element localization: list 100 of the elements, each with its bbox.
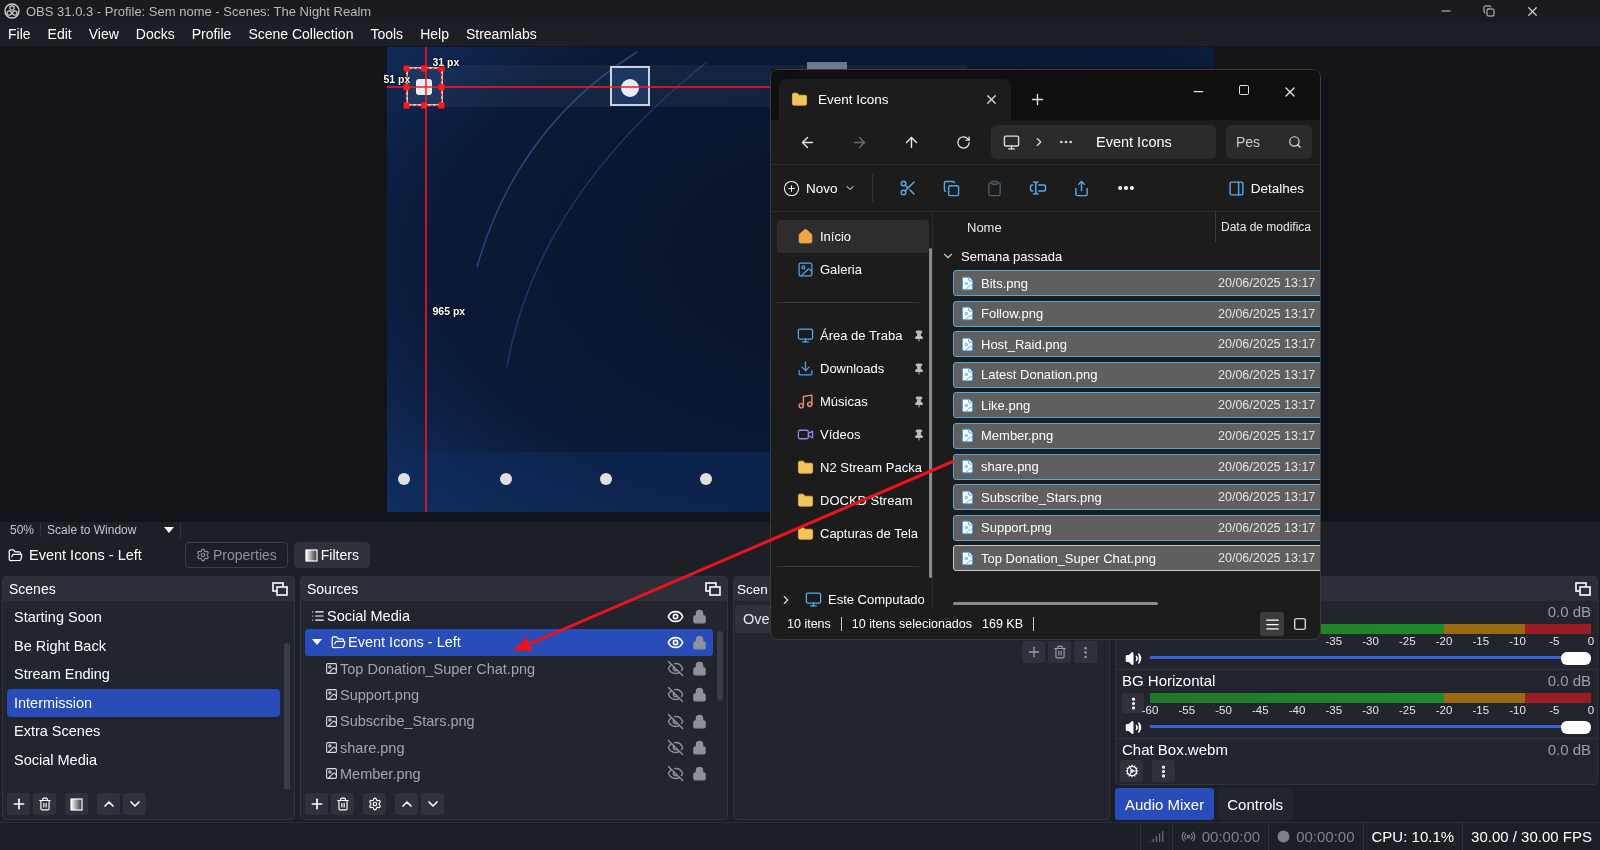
nav-item[interactable]: Downloads bbox=[777, 352, 929, 385]
caret-icon[interactable] bbox=[164, 527, 175, 533]
menu-item[interactable]: File bbox=[8, 26, 31, 42]
dock-tab[interactable]: Audio Mixer bbox=[1115, 788, 1215, 820]
lock-icon[interactable] bbox=[692, 687, 707, 703]
copy-icon[interactable] bbox=[942, 179, 960, 197]
eye-off-icon[interactable] bbox=[667, 660, 684, 678]
source-item[interactable]: Event Icons - Left bbox=[305, 629, 713, 656]
scene-item[interactable]: Intermission bbox=[7, 688, 280, 717]
volume-reading: 0.0 dB bbox=[1547, 671, 1591, 689]
music-icon bbox=[797, 393, 814, 410]
paste-icon[interactable] bbox=[985, 179, 1003, 197]
menu-item[interactable]: Edit bbox=[47, 26, 72, 42]
file-row[interactable]: Host_Raid.png 20/06/2025 13:17 bbox=[953, 331, 1320, 358]
eye-off-icon[interactable] bbox=[667, 712, 684, 730]
lock-icon[interactable] bbox=[692, 766, 707, 782]
nav-item[interactable]: Área de Traba bbox=[777, 319, 929, 352]
details-button[interactable]: Detalhes bbox=[1223, 175, 1308, 201]
column-header[interactable]: Nome bbox=[951, 212, 1215, 242]
menu-item[interactable]: Scene Collection bbox=[248, 26, 354, 42]
transition-dropdown[interactable]: Ove bbox=[735, 605, 770, 633]
restore-button[interactable] bbox=[1483, 5, 1495, 17]
speaker-icon[interactable] bbox=[1124, 649, 1142, 667]
file-row[interactable]: Follow.png 20/06/2025 13:17 bbox=[953, 300, 1320, 327]
file-row[interactable]: share.png 20/06/2025 13:17 bbox=[953, 453, 1320, 480]
scene-item[interactable]: Social Media bbox=[7, 745, 280, 774]
square-icon[interactable] bbox=[1293, 617, 1307, 631]
menu-item[interactable]: Streamlabs bbox=[465, 26, 537, 42]
file-date: 20/06/2025 13:17 bbox=[1217, 306, 1317, 321]
scrollbar[interactable] bbox=[928, 248, 932, 578]
scrollbar[interactable] bbox=[953, 602, 1158, 605]
scene-item[interactable]: Extra Scenes bbox=[7, 717, 280, 746]
cut-icon[interactable] bbox=[898, 179, 917, 197]
filter-icon[interactable] bbox=[304, 548, 318, 562]
file-row[interactable]: Member.png 20/06/2025 13:17 bbox=[953, 422, 1320, 449]
nav-item[interactable]: Galeria bbox=[777, 253, 929, 286]
file-row[interactable]: Latest Donation.png 20/06/2025 13:17 bbox=[953, 361, 1320, 388]
dock-tab[interactable]: Controls bbox=[1217, 788, 1294, 820]
scale-dropdown[interactable]: Scale to Window bbox=[41, 522, 182, 538]
address-bar[interactable]: Event Icons bbox=[991, 125, 1216, 159]
explorer-tab[interactable]: Event Icons bbox=[779, 79, 1011, 120]
search-icon[interactable] bbox=[1288, 135, 1302, 149]
column-header[interactable]: Data de modifica bbox=[1215, 212, 1320, 242]
nav-item[interactable]: Músicas bbox=[777, 385, 929, 418]
eye-off-icon[interactable] bbox=[667, 686, 684, 704]
eye-off-icon[interactable] bbox=[667, 765, 684, 783]
scrollbar[interactable] bbox=[284, 643, 290, 789]
nav-item[interactable]: Início bbox=[777, 220, 929, 253]
monitor-icon[interactable] bbox=[1003, 133, 1020, 151]
nav-item[interactable]: N2 Stream Packa bbox=[777, 451, 929, 484]
menu-item[interactable]: Profile bbox=[191, 26, 232, 42]
search-field[interactable]: Pes bbox=[1226, 125, 1312, 159]
menu-item[interactable]: Tools bbox=[370, 26, 404, 42]
refresh-button[interactable] bbox=[955, 134, 971, 150]
source-name: Subscribe_Stars.png bbox=[340, 713, 476, 730]
menu-item[interactable]: Help bbox=[420, 26, 449, 42]
file-row[interactable]: Bits.png 20/06/2025 13:17 bbox=[953, 270, 1320, 296]
menu-item[interactable]: View bbox=[88, 26, 119, 42]
nav-item[interactable]: Vídeos bbox=[777, 418, 929, 451]
eye-off-icon[interactable] bbox=[667, 739, 684, 757]
source-item[interactable]: Subscribe_Stars.png bbox=[305, 708, 713, 735]
file-row[interactable]: Top Donation_Super Chat.png 20/06/2025 13:17 bbox=[953, 545, 1320, 572]
scene-item[interactable]: Stream Ending bbox=[7, 660, 280, 689]
speaker-icon[interactable] bbox=[1124, 718, 1142, 736]
file-row[interactable]: Support.png 20/06/2025 13:17 bbox=[953, 514, 1320, 541]
source-item[interactable]: Member.png bbox=[305, 760, 713, 787]
plus-circle-icon[interactable] bbox=[783, 179, 800, 197]
source-item[interactable]: Top Donation_Super Chat.png bbox=[305, 655, 713, 682]
image-file-icon bbox=[960, 397, 975, 413]
float-icon[interactable] bbox=[705, 582, 721, 596]
new-button[interactable]: Novo bbox=[779, 175, 860, 201]
menu-item[interactable]: Docks bbox=[135, 26, 175, 42]
file-row[interactable]: Like.png 20/06/2025 13:17 bbox=[953, 392, 1320, 419]
volume-reading: 0.0 dB bbox=[1547, 740, 1591, 758]
filters-button[interactable]: Filters bbox=[293, 542, 370, 568]
lock-icon[interactable] bbox=[692, 740, 707, 756]
source-item[interactable]: Social Media bbox=[305, 603, 713, 630]
scale-label: -45 bbox=[1251, 704, 1269, 716]
new-tab-button[interactable] bbox=[1029, 91, 1046, 108]
panel-icon[interactable] bbox=[1227, 179, 1245, 197]
filters-button[interactable] bbox=[65, 793, 88, 815]
nav-item[interactable]: Capturas de Tela bbox=[777, 517, 929, 550]
lock-icon[interactable] bbox=[692, 661, 707, 677]
filter-icon[interactable] bbox=[70, 797, 83, 811]
maximize-button[interactable] bbox=[1238, 84, 1250, 96]
scene-item[interactable]: Starting Soon bbox=[7, 603, 280, 632]
float-icon[interactable] bbox=[1575, 582, 1591, 596]
close-icon[interactable] bbox=[984, 92, 999, 107]
file-row[interactable]: Subscribe_Stars.png 20/06/2025 13:17 bbox=[953, 484, 1320, 511]
float-icon[interactable] bbox=[272, 582, 288, 596]
folder-icon bbox=[331, 634, 346, 650]
scrollbar[interactable] bbox=[717, 631, 723, 701]
source-item[interactable]: share.png bbox=[305, 734, 713, 761]
lock-icon[interactable] bbox=[692, 713, 707, 729]
rename-icon[interactable] bbox=[1028, 179, 1047, 197]
nav-item[interactable]: Este Computado bbox=[777, 583, 929, 616]
share-icon[interactable] bbox=[1072, 179, 1090, 197]
source-item[interactable]: Support.png bbox=[305, 681, 713, 709]
lock-icon[interactable] bbox=[692, 608, 707, 624]
scene-item[interactable]: Be Right Back bbox=[7, 631, 280, 660]
